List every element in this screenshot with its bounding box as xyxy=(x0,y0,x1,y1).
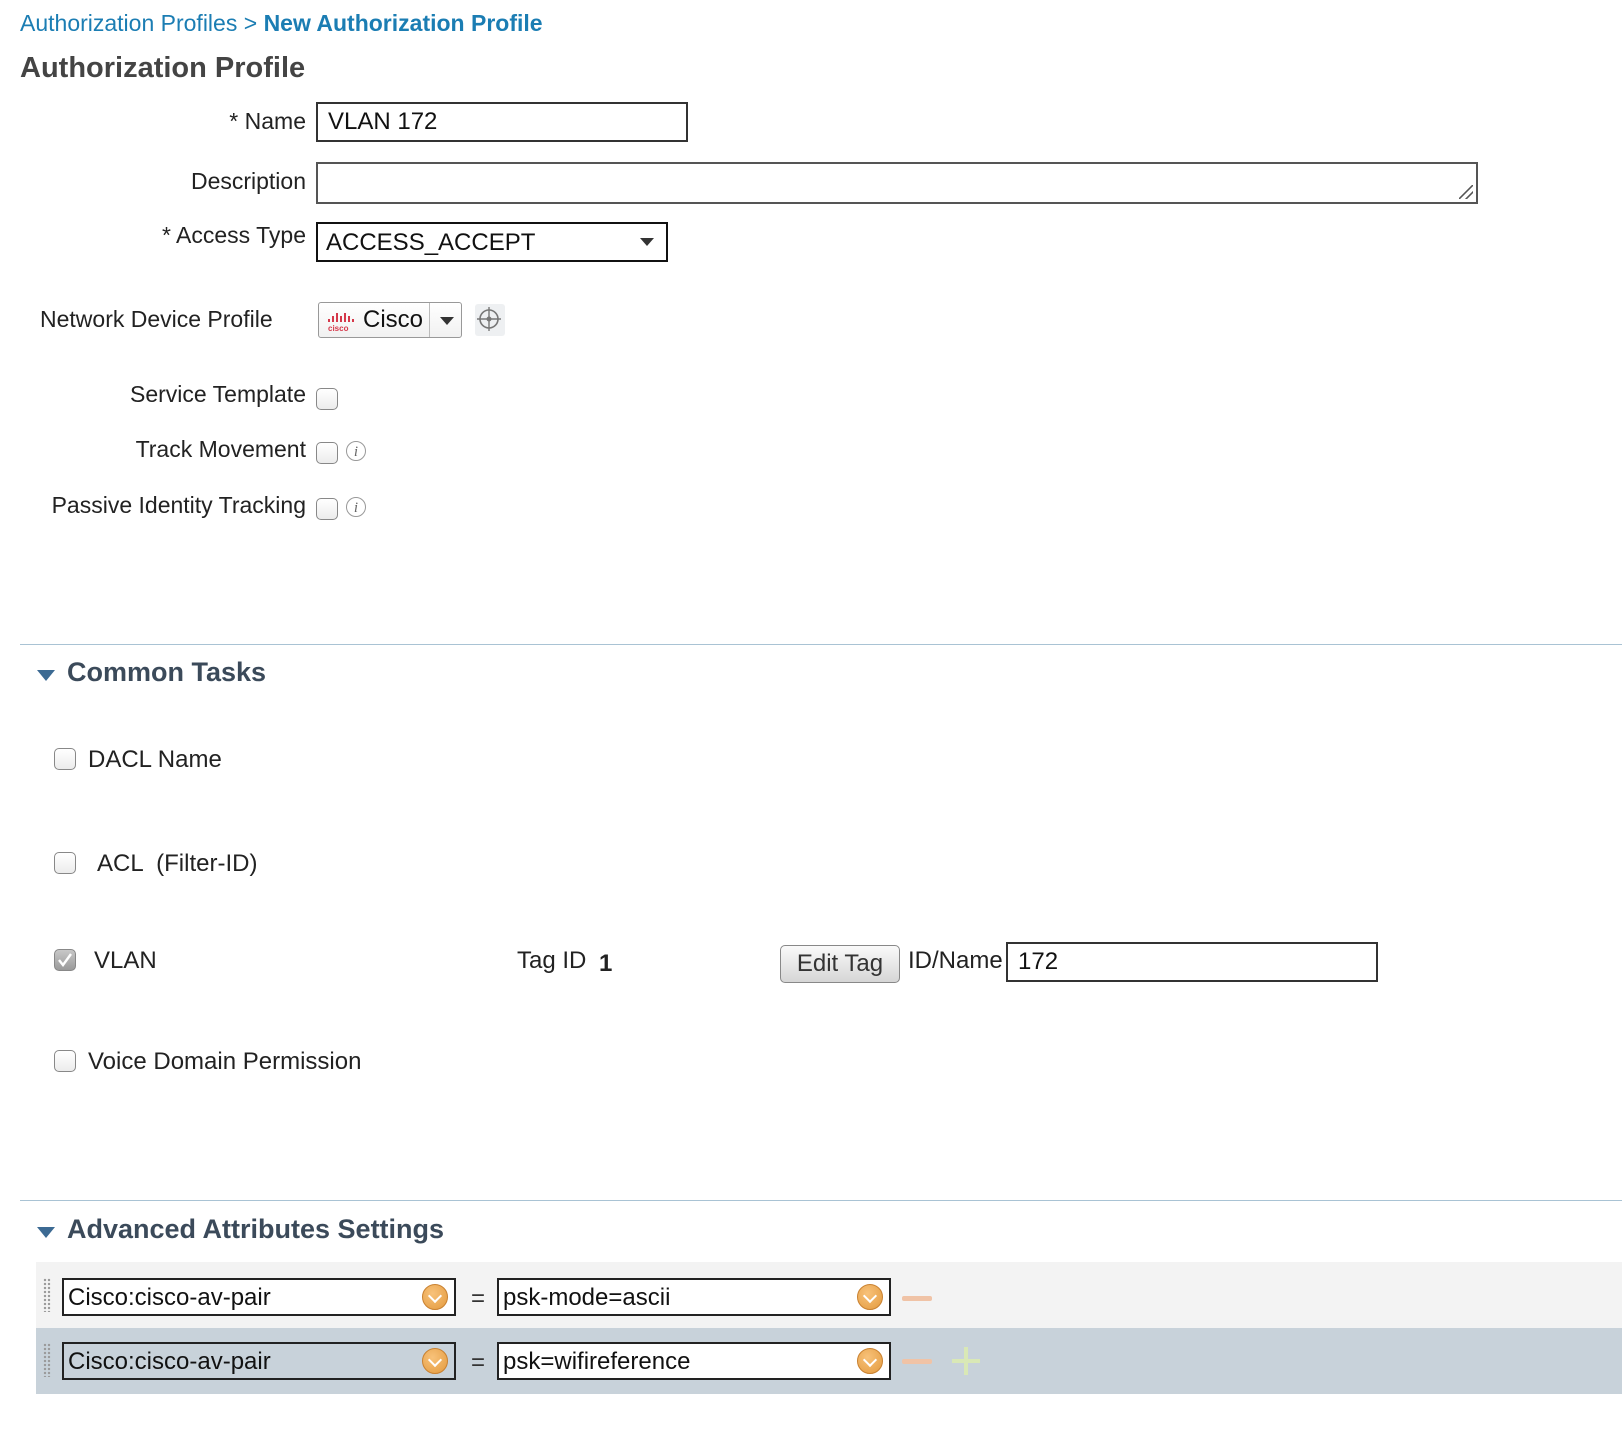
value-select-value: psk-mode=ascii xyxy=(503,1284,671,1311)
remove-row-icon[interactable] xyxy=(902,1296,932,1301)
voice-domain-permission-label: Voice Domain Permission xyxy=(88,1048,362,1075)
breadcrumb-separator: > xyxy=(243,10,258,36)
collapse-triangle-icon[interactable] xyxy=(37,670,55,681)
edit-tag-button[interactable]: Edit Tag xyxy=(780,945,900,983)
name-label: * Name xyxy=(229,108,306,134)
track-movement-checkbox[interactable] xyxy=(316,442,338,464)
crosshair-icon xyxy=(477,307,501,331)
value-select[interactable]: psk=wifireference xyxy=(497,1342,891,1380)
section-divider xyxy=(20,1200,1622,1201)
description-textarea[interactable] xyxy=(316,162,1478,204)
tag-id-label: Tag ID xyxy=(517,947,587,974)
track-movement-label: Track Movement xyxy=(135,436,306,462)
resize-handle-icon[interactable] xyxy=(1459,185,1473,199)
attribute-select-value: Cisco:cisco-av-pair xyxy=(68,1284,271,1311)
service-template-checkbox[interactable] xyxy=(316,388,338,410)
drag-handle-icon[interactable] xyxy=(43,1278,51,1312)
id-name-label: ID/Name xyxy=(908,947,1003,974)
access-type-select[interactable]: ACCESS_ACCEPT xyxy=(316,222,668,262)
breadcrumb-current: New Authorization Profile xyxy=(263,10,543,36)
equals-operator: = xyxy=(471,1285,486,1312)
info-icon[interactable]: i xyxy=(346,497,366,517)
common-tasks-title[interactable]: Common Tasks xyxy=(67,657,266,688)
vlan-id-name-input[interactable]: 172 xyxy=(1006,942,1378,982)
service-template-label: Service Template xyxy=(130,381,306,407)
cisco-logo-icon: cisco xyxy=(328,313,354,332)
acl-checkbox[interactable] xyxy=(54,852,76,874)
network-device-profile-value: Cisco xyxy=(363,306,424,333)
breadcrumb: Authorization Profiles > New Authorizati… xyxy=(20,10,543,37)
attribute-select[interactable]: Cisco:cisco-av-pair xyxy=(62,1278,456,1316)
access-type-value: ACCESS_ACCEPT xyxy=(326,229,536,256)
equals-operator: = xyxy=(471,1349,486,1376)
dropdown-orange-icon[interactable] xyxy=(422,1284,448,1310)
passive-identity-tracking-checkbox[interactable] xyxy=(316,498,338,520)
vlan-checkbox[interactable] xyxy=(54,949,76,971)
attribute-select[interactable]: Cisco:cisco-av-pair xyxy=(62,1342,456,1380)
tag-id-value: 1 xyxy=(599,950,613,977)
remove-row-icon[interactable] xyxy=(902,1359,932,1364)
page-title: Authorization Profile xyxy=(20,52,306,84)
info-icon[interactable]: i xyxy=(346,441,366,461)
passive-identity-tracking-label: Passive Identity Tracking xyxy=(51,492,306,518)
access-type-label: * Access Type xyxy=(161,222,306,248)
vlan-label: VLAN xyxy=(94,947,157,974)
add-row-icon[interactable] xyxy=(952,1347,980,1375)
dropdown-orange-icon[interactable] xyxy=(857,1284,883,1310)
attribute-select-value: Cisco:cisco-av-pair xyxy=(68,1348,271,1375)
dropdown-orange-icon[interactable] xyxy=(857,1348,883,1374)
chevron-down-icon xyxy=(640,238,654,246)
name-input[interactable]: VLAN 172 xyxy=(316,102,688,142)
breadcrumb-parent-link[interactable]: Authorization Profiles xyxy=(20,10,237,36)
value-select[interactable]: psk-mode=ascii xyxy=(497,1278,891,1316)
chevron-down-icon xyxy=(440,317,454,325)
collapse-triangle-icon[interactable] xyxy=(37,1227,55,1238)
network-device-profile-label: Network Device Profile xyxy=(40,306,273,332)
section-divider xyxy=(20,644,1622,645)
description-label: Description xyxy=(190,168,306,194)
dropdown-orange-icon[interactable] xyxy=(422,1348,448,1374)
acl-label: ACL (Filter-ID) xyxy=(97,850,258,877)
select-divider xyxy=(429,303,430,337)
dacl-name-checkbox[interactable] xyxy=(54,748,76,770)
svg-text:cisco: cisco xyxy=(328,324,349,332)
value-select-value: psk=wifireference xyxy=(503,1348,691,1375)
dacl-name-label: DACL Name xyxy=(88,746,222,773)
advanced-attributes-title[interactable]: Advanced Attributes Settings xyxy=(67,1214,444,1245)
voice-domain-permission-checkbox[interactable] xyxy=(54,1050,76,1072)
network-device-profile-select[interactable]: cisco Cisco xyxy=(318,302,462,338)
checkmark-icon xyxy=(58,953,72,967)
drag-handle-icon[interactable] xyxy=(43,1343,51,1377)
network-device-profile-target-button[interactable] xyxy=(475,304,505,336)
